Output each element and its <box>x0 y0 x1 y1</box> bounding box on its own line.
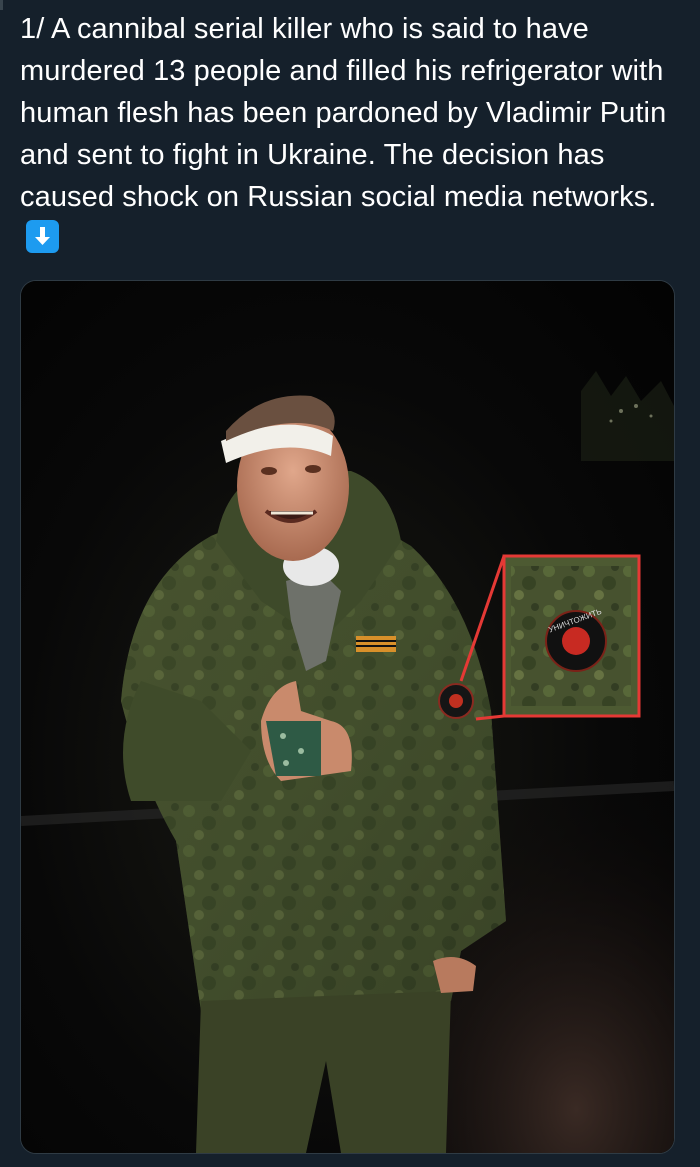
tweet-text: 1/ A cannibal serial killer who is said … <box>20 13 675 213</box>
down-arrow-emoji-icon <box>26 220 59 253</box>
tweet-photo[interactable]: УНИЧТОЖИТЬ <box>20 280 675 1154</box>
tweet-screen: 1/ A cannibal serial killer who is said … <box>0 0 700 1167</box>
thread-connector-line <box>0 0 3 10</box>
photo-image: УНИЧТОЖИТЬ <box>21 281 674 1153</box>
tweet-body: 1/ A cannibal serial killer who is said … <box>20 8 680 260</box>
